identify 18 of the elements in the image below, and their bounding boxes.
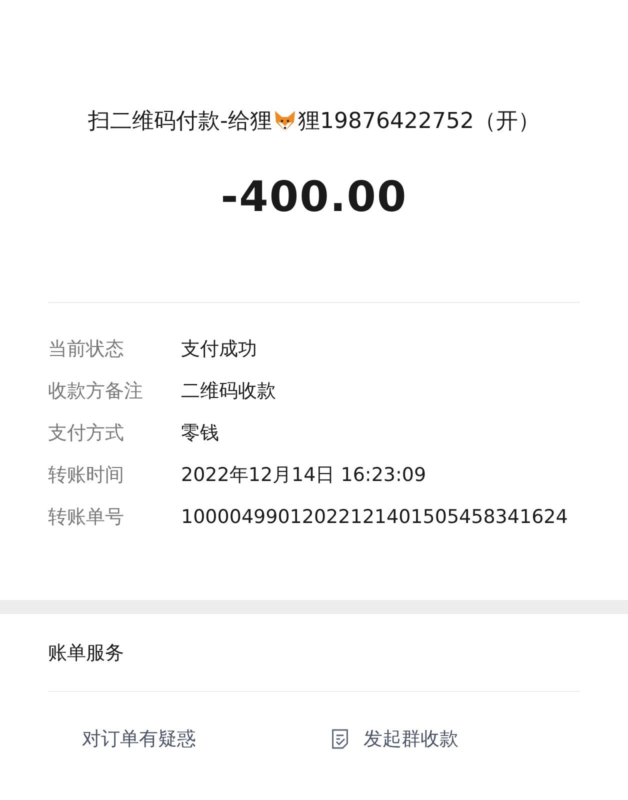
service-link[interactable]: 发起群收款 — [363, 726, 458, 752]
detail-value: 10000499012022121401505458341624 — [181, 505, 568, 530]
detail-value: 零钱 — [181, 421, 219, 446]
amount: -400.00 — [220, 172, 408, 221]
fox-icon — [272, 109, 297, 133]
detail-label: 转账时间 — [48, 463, 125, 488]
section-title: 账单服务 — [48, 641, 125, 666]
receipt-icon — [331, 729, 350, 749]
payment-title: 扫二维码付款-给狸 — [88, 108, 272, 136]
detail-label: 转账单号 — [48, 505, 125, 530]
detail-value: 支付成功 — [181, 337, 257, 362]
detail-value: 2022年12月14日 16:23:09 — [181, 463, 426, 488]
detail-label: 支付方式 — [48, 421, 125, 446]
service-link[interactable]: 对订单有疑惑 — [82, 726, 196, 752]
detail-label: 当前状态 — [48, 337, 125, 362]
detail-label: 收款方备注 — [48, 379, 144, 404]
payment-title: 狸19876422752（开） — [298, 108, 540, 136]
detail-value: 二维码收款 — [181, 379, 276, 404]
